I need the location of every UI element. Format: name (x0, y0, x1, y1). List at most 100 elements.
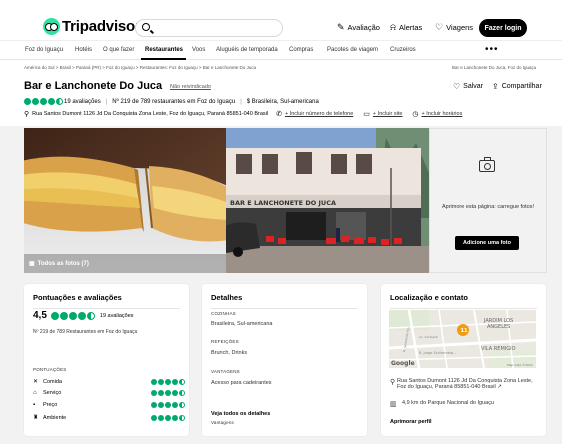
clock-icon: ◷ (412, 111, 419, 118)
catnav-item[interactable]: Compras (289, 47, 313, 53)
subratings-heading: PONTUAÇÕES (33, 367, 67, 372)
subrating-label: Comida (43, 378, 62, 385)
add-photo-button[interactable]: Adicione uma foto (455, 236, 519, 250)
main-photo[interactable] (24, 128, 226, 273)
info-row: ⚲ Rua Santos Dumont 1126 Jd Da Conquista… (24, 110, 462, 118)
meals-value: Brunch, Drinks (211, 350, 248, 356)
share-icon: ⇪ (492, 82, 499, 91)
advantages-label: VANTAGENS (211, 369, 240, 374)
map-label: R. Jorge Schimmelp... (419, 351, 456, 355)
landmark-icon: ▥ (390, 401, 397, 408)
heart-icon: ♡ (453, 82, 461, 91)
rating-bubbles (50, 311, 96, 320)
catnav-item[interactable]: Voos (192, 47, 205, 53)
unclaimed-link[interactable]: Não reivindicado (170, 84, 211, 90)
map-pin-label: 11 (461, 328, 468, 334)
subrating-label: Ambiente (43, 414, 67, 421)
rating-score: 4,5 (33, 310, 47, 321)
rank-text[interactable]: Nº 219 de 789 Restaurantes em Foz do Igu… (33, 329, 137, 335)
nav-alerts[interactable]: ⍾ Alertas (390, 22, 422, 33)
price-icon: ▪ (33, 402, 36, 408)
add-phone-link[interactable]: + Incluir número de telefone (285, 111, 353, 117)
tripadvisor-logo[interactable]: Tripadvisor (43, 18, 141, 35)
rating-bubbles[interactable] (24, 98, 64, 105)
subrating-bubbles (151, 378, 186, 385)
cuisines-value: Brasileira, Sul-americana (211, 321, 273, 327)
catnav-item-restaurants[interactable]: Restaurantes (145, 47, 183, 53)
subrating-bubbles (151, 390, 186, 396)
heart-icon: ♡ (435, 22, 444, 32)
page-title: Bar e Lanchonete Do Juca (24, 80, 163, 92)
subrating-label: Preço (43, 402, 58, 408)
map-label: Av. Garibaldi (419, 335, 438, 339)
page: Tripadvisor ✎ Avaliação ⍾ Alertas ♡ Viag… (0, 0, 562, 444)
location-title: Localização e contato (390, 293, 468, 302)
login-button[interactable]: Fazer login (479, 19, 527, 37)
all-photos-button[interactable]: ▣ Todos as fotos (7) (29, 260, 89, 268)
subrating-price: ▪ Preço (33, 402, 185, 408)
catnav-item[interactable]: Pacotes de viagem (327, 47, 378, 53)
score-row: 4,5 19 avaliações (33, 310, 134, 321)
cuisine-text: $ Brasileira, Sul-americana (246, 98, 319, 105)
nav-review-label: Avaliação (347, 23, 380, 32)
google-logo: Google (391, 360, 415, 367)
all-photos-label: Todos as fotos (7) (37, 260, 89, 267)
rating-summary: 19 avaliações | Nº 219 de 789 restaurant… (24, 98, 319, 105)
more-menu-icon[interactable]: ••• (485, 44, 499, 55)
map-label: ANGELES (487, 324, 510, 330)
food-icon: ✕ (33, 379, 39, 385)
details-card: Detalhes COZINHAS Brasileira, Sul-americ… (202, 284, 367, 436)
details-title: Detalhes (211, 293, 243, 302)
search-icon (142, 23, 150, 31)
location-map[interactable]: JARDIM LOS ANGELES VILA REMIGIO R. Jorge… (389, 310, 536, 368)
rank-text: Nº 219 de 789 restaurantes em Foz do Igu… (112, 98, 236, 105)
storefront-sign: BAR E LANCHONETE DO JUCA (230, 199, 336, 207)
subrating-food: ✕ Comida (33, 378, 185, 385)
nav-review[interactable]: ✎ Avaliação (337, 22, 380, 33)
improve-profile-link[interactable]: Aprimorar perfil (390, 419, 432, 425)
cuisines-label: COZINHAS (211, 311, 236, 316)
breadcrumb[interactable]: América do Sul > Brasil > Paraná (PR) > … (24, 65, 256, 70)
location-pin-icon: ⚲ (24, 111, 30, 118)
logo-text: Tripadvisor (62, 18, 141, 35)
save-button[interactable]: ♡ Salvar (453, 82, 483, 91)
subrating-bubbles (151, 402, 186, 408)
divider (390, 308, 537, 309)
ambience-icon: ♜ (33, 415, 39, 421)
search-input[interactable] (135, 19, 283, 37)
nav-trips[interactable]: ♡ Viagens (435, 22, 473, 33)
save-label: Salvar (463, 83, 484, 90)
address-text[interactable]: Rua Santos Dumont 1126 Jd Da Conquista Z… (32, 111, 268, 117)
catnav-item[interactable]: O que fazer (103, 47, 134, 53)
add-hours-link[interactable]: + Incluir horários (422, 111, 463, 117)
review-count[interactable]: 19 avaliações (64, 99, 101, 105)
nav-trips-label: Viagens (446, 23, 474, 32)
share-button[interactable]: ⇪ Compartilhar (492, 82, 542, 91)
subrating-bubbles (151, 414, 186, 421)
catnav-item[interactable]: Aluguéis de temporada (216, 47, 278, 53)
storefront-illustration: BAR E LANCHONETE DO JUCA (226, 128, 429, 273)
catnav-item[interactable]: Foz do Iguaçu (25, 47, 63, 53)
add-site-link[interactable]: + Incluir site (373, 111, 403, 117)
share-label: Compartilhar (501, 83, 542, 90)
location-address-text: Rua Santos Dumont 1126 Jd Da Conquista Z… (396, 378, 533, 390)
distance-row: ▥ 4,9 km do Parque Nacional do Iguaçu (390, 400, 494, 408)
review-count[interactable]: 19 avaliações (100, 313, 134, 319)
divider (33, 308, 180, 309)
see-all-subtext: Vantagens (211, 420, 234, 425)
nav-alerts-label: Alertas (398, 23, 423, 32)
map-label: VILA REMIGIO (481, 346, 516, 352)
divider (211, 308, 358, 309)
ratings-title: Pontuações e avaliações (33, 293, 122, 302)
catnav-item[interactable]: Hotéis (75, 47, 92, 53)
subrating-label: Serviço (43, 390, 62, 396)
map-illustration: JARDIM LOS ANGELES VILA REMIGIO R. Jorge… (389, 310, 536, 368)
location-address[interactable]: ⚲ Rua Santos Dumont 1126 Jd Da Conquista… (390, 378, 538, 390)
catnav-item[interactable]: Cruzeiros (390, 47, 416, 53)
breadcrumb-right: Bar e Lanchonete Do Juca, Foz do Iguaçu (452, 65, 537, 70)
category-nav: Foz do Iguaçu Hotéis O que fazer Restaur… (0, 40, 562, 60)
distance-text[interactable]: 4,9 km do Parque Nacional do Iguaçu (402, 400, 494, 408)
storefront-photo[interactable]: BAR E LANCHONETE DO JUCA (226, 128, 429, 273)
upload-prompt: Aprimore esta página: carregue fotos! (441, 204, 535, 210)
see-all-details-link[interactable]: Veja todos os detalhes (211, 411, 270, 417)
